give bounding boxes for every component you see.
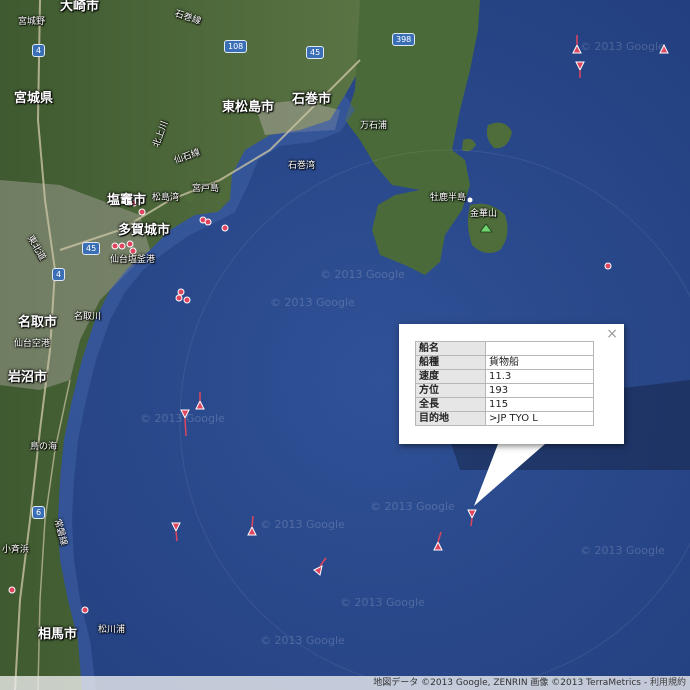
route-shield: 45: [82, 242, 101, 255]
map-watermark: © 2013 Google: [340, 596, 425, 609]
field-label: 速度: [415, 369, 486, 384]
label-sendai-airport: 仙台空港: [14, 339, 51, 349]
map-watermark: © 2013 Google: [320, 268, 405, 281]
field-value-ship-name: [485, 341, 594, 356]
map-watermark: © 2013 Google: [140, 412, 225, 425]
map-watermark: © 2013 Google: [260, 634, 345, 647]
map-watermark: © 2013 Google: [270, 296, 355, 309]
matsushima-islet: [218, 192, 226, 200]
vessel-dot: [221, 224, 229, 232]
label-miyagino: 宮城野: [18, 17, 46, 27]
label-higashimatsushima: 東松島市: [222, 100, 275, 115]
vessel-dot: [129, 247, 137, 255]
field-value-heading: 193: [485, 383, 594, 398]
label-oshika: 牡鹿半島: [430, 193, 467, 203]
field-value-ship-type: 貨物船: [485, 355, 594, 370]
vessel-dot: [183, 296, 191, 304]
close-icon[interactable]: ×: [606, 327, 618, 341]
vessel-info-table: 船名 船種 貨物船 速度 11.3 方位 193 全長 115 目的地 >JP …: [415, 341, 594, 426]
label-matsukawaura: 松川浦: [98, 625, 126, 635]
table-row: 船名: [415, 341, 594, 356]
vessel-dot: [8, 586, 16, 594]
vessel-dot: [126, 240, 134, 248]
label-natorigawa: 名取川: [74, 312, 102, 322]
table-row: 全長 115: [415, 397, 594, 412]
route-shield: 45: [306, 46, 325, 59]
route-shield: 4: [32, 44, 46, 57]
terms-link[interactable]: 利用規約: [650, 678, 690, 688]
place-pin-icon: [467, 197, 473, 203]
label-natori: 名取市: [18, 315, 58, 330]
label-miyato: 宮戸島: [192, 184, 220, 194]
field-label: 船種: [415, 355, 486, 370]
field-label: 全長: [415, 397, 486, 412]
label-tagajo: 多賀城市: [118, 223, 171, 238]
route-shield: 108: [224, 40, 248, 53]
field-label: 方位: [415, 383, 486, 398]
field-label: 目的地: [415, 411, 486, 426]
label-ishinomaki-bay: 石巻湾: [288, 161, 316, 171]
attribution-text: 地図データ ©2013 Google, ZENRIN 画像 ©2013 Terr…: [373, 678, 648, 688]
vessel-dot: [204, 218, 212, 226]
route-shield: 4: [52, 268, 66, 281]
label-iwanuma: 岩沼市: [8, 370, 48, 385]
vessel-heading: [470, 517, 473, 527]
vessel-dot: [177, 288, 185, 296]
label-kinkasan: 金華山: [470, 209, 498, 219]
label-sendai-port: 仙台塩釜港: [110, 255, 156, 265]
route-shield: 398: [392, 33, 416, 46]
table-row: 方位 193: [415, 383, 594, 398]
vessel-info-popup: × 船名 船種 貨物船 速度 11.3 方位 193 全長 115 目的地 >J…: [399, 324, 624, 444]
field-value-length: 115: [485, 397, 594, 412]
vessel-heading: [175, 530, 178, 542]
label-kogoshi: 小斉浜: [2, 545, 30, 555]
field-label: 船名: [415, 341, 486, 356]
label-mangoku: 万石浦: [360, 121, 388, 131]
label-miyagi-pref: 宮城県: [14, 91, 54, 106]
vessel-dot: [118, 242, 126, 250]
label-matsushima-bay: 松島湾: [152, 193, 180, 203]
field-value-speed: 11.3: [485, 369, 594, 384]
vessel-dot: [138, 208, 146, 216]
field-value-destination: >JP TYO L: [485, 411, 594, 426]
map-watermark: © 2013 Google: [260, 518, 345, 531]
table-row: 目的地 >JP TYO L: [415, 411, 594, 426]
map-watermark: © 2013 Google: [580, 40, 665, 53]
map-watermark: © 2013 Google: [580, 544, 665, 557]
map-attribution-bar: 地図データ ©2013 Google, ZENRIN 画像 ©2013 Terr…: [0, 676, 690, 690]
label-ishinomaki: 石巻市: [292, 92, 332, 107]
vessel-dot: [81, 606, 89, 614]
map-watermark: © 2013 Google: [370, 500, 455, 513]
label-shiogama: 塩竈市: [107, 193, 147, 208]
vessel-dot: [604, 262, 612, 270]
vessel-heading: [251, 515, 254, 528]
label-osaki: 大崎市: [60, 0, 100, 14]
label-soma: 相馬市: [38, 627, 78, 642]
table-row: 船種 貨物船: [415, 355, 594, 370]
matsushima-islet: [186, 194, 194, 202]
route-shield: 6: [32, 506, 46, 519]
vessel-dot: [111, 242, 119, 250]
table-row: 速度 11.3: [415, 369, 594, 384]
vessel-dot: [175, 294, 183, 302]
label-torinoumi: 鳥の海: [30, 442, 58, 452]
